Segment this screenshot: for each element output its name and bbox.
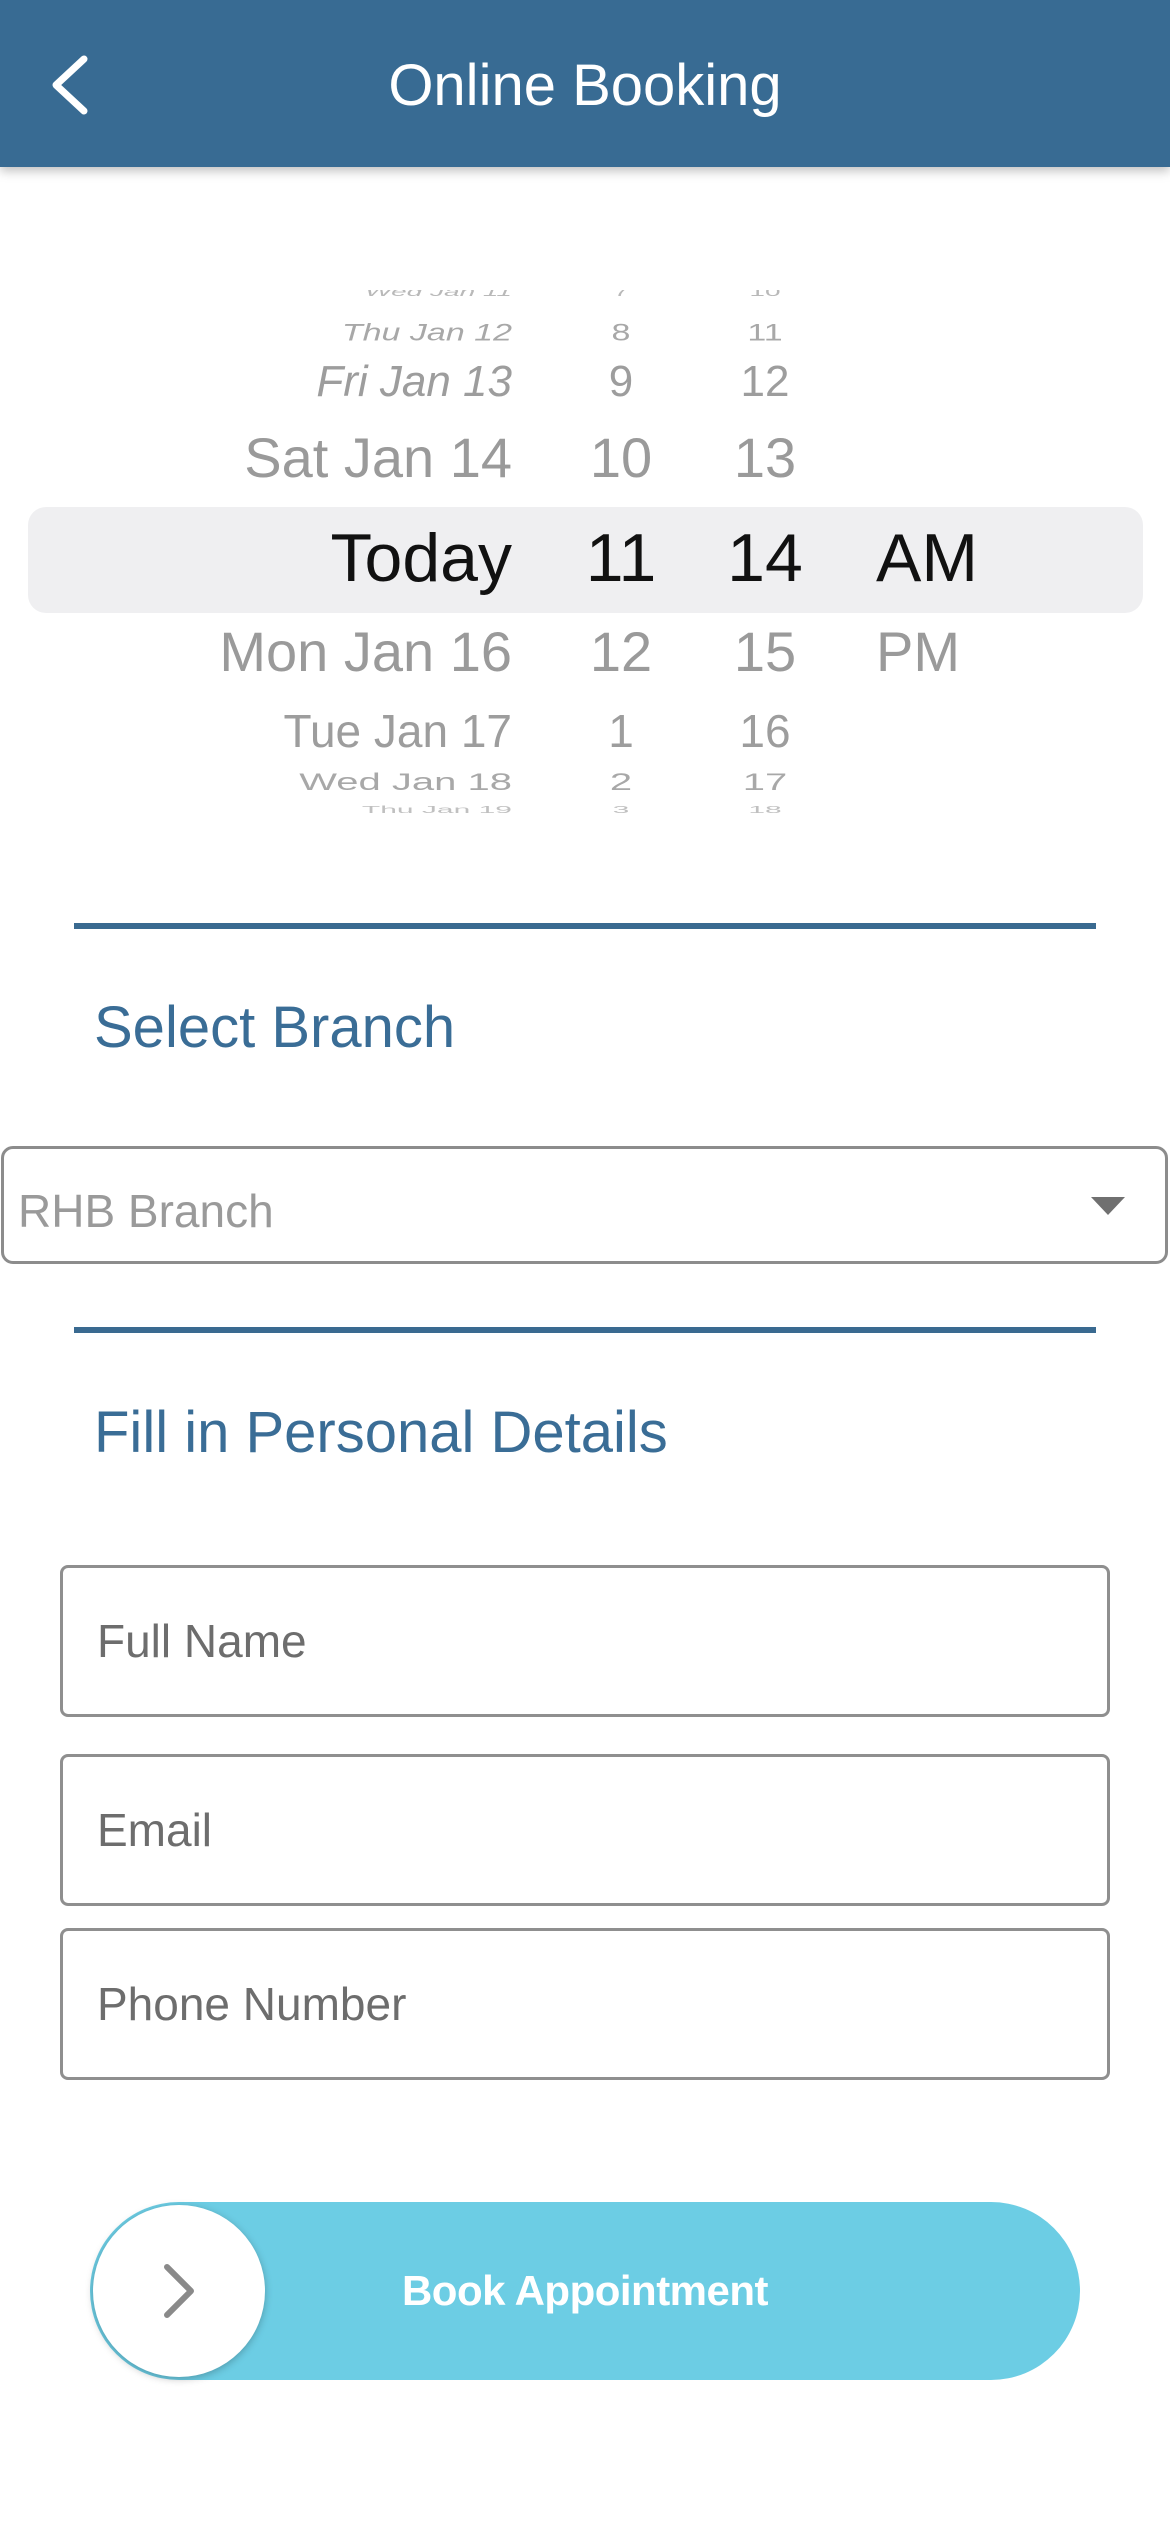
- section-divider: [74, 923, 1096, 929]
- picker-minute-option[interactable]: 12: [710, 360, 820, 404]
- picker-date-option[interactable]: Wed Jan 11: [365, 290, 512, 298]
- picker-date-option[interactable]: Tue Jan 17: [284, 708, 512, 754]
- section-divider: [74, 1327, 1096, 1333]
- picker-date-option[interactable]: Mon Jan 16: [219, 624, 512, 680]
- datetime-picker[interactable]: Wed Jan 11 Thu Jan 12 Fri Jan 13 Sat Jan…: [0, 290, 1170, 820]
- picker-date-option[interactable]: Sat Jan 14: [244, 430, 512, 486]
- branch-dropdown[interactable]: RHB Branch: [1, 1146, 1168, 1264]
- email-input[interactable]: [97, 1757, 1077, 1903]
- picker-hour-option[interactable]: 12: [566, 624, 676, 680]
- picker-hour-option[interactable]: 7: [566, 290, 676, 298]
- picker-date-option[interactable]: Wed Jan 18: [299, 770, 512, 794]
- picker-period-selected[interactable]: AM: [876, 524, 978, 592]
- picker-period-option[interactable]: PM: [876, 624, 960, 680]
- picker-hour-option[interactable]: 8: [566, 321, 676, 345]
- page-title: Online Booking: [388, 53, 782, 118]
- picker-date-selected[interactable]: Today: [331, 524, 512, 592]
- chevron-right-icon: [164, 2264, 194, 2318]
- full-name-field[interactable]: [60, 1565, 1110, 1717]
- picker-date-option[interactable]: Fri Jan 13: [316, 360, 512, 404]
- picker-minute-selected[interactable]: 14: [710, 524, 820, 592]
- personal-details-title: Fill in Personal Details: [94, 1400, 668, 1465]
- picker-date-option[interactable]: Thu Jan 19: [362, 805, 512, 816]
- picker-hour-option[interactable]: 10: [566, 430, 676, 486]
- picker-hour-selected[interactable]: 11: [566, 524, 676, 592]
- phone-field[interactable]: [60, 1928, 1110, 2080]
- slider-handle[interactable]: [93, 2205, 265, 2377]
- picker-hour-option[interactable]: 9: [566, 360, 676, 404]
- picker-minute-option[interactable]: 11: [710, 321, 820, 345]
- full-name-input[interactable]: [97, 1568, 1077, 1714]
- picker-minute-option[interactable]: 17: [710, 770, 820, 794]
- picker-date-option[interactable]: Thu Jan 12: [342, 321, 512, 345]
- picker-hour-option[interactable]: 2: [566, 770, 676, 794]
- select-branch-title: Select Branch: [94, 995, 456, 1060]
- picker-hour-option[interactable]: 1: [566, 708, 676, 754]
- picker-hour-option[interactable]: 3: [566, 805, 676, 816]
- picker-minute-option[interactable]: 13: [710, 430, 820, 486]
- picker-minute-option[interactable]: 15: [710, 624, 820, 680]
- app-header: Online Booking: [0, 0, 1170, 167]
- picker-minute-option[interactable]: 16: [710, 708, 820, 754]
- email-field[interactable]: [60, 1754, 1110, 1906]
- picker-minute-option[interactable]: 10: [710, 290, 820, 298]
- caret-down-icon: [1091, 1197, 1125, 1222]
- book-appointment-button[interactable]: Book Appointment: [90, 2202, 1080, 2380]
- phone-input[interactable]: [97, 1931, 1077, 2077]
- branch-selected-value: RHB Branch: [18, 1185, 274, 1237]
- picker-minute-option[interactable]: 18: [710, 805, 820, 816]
